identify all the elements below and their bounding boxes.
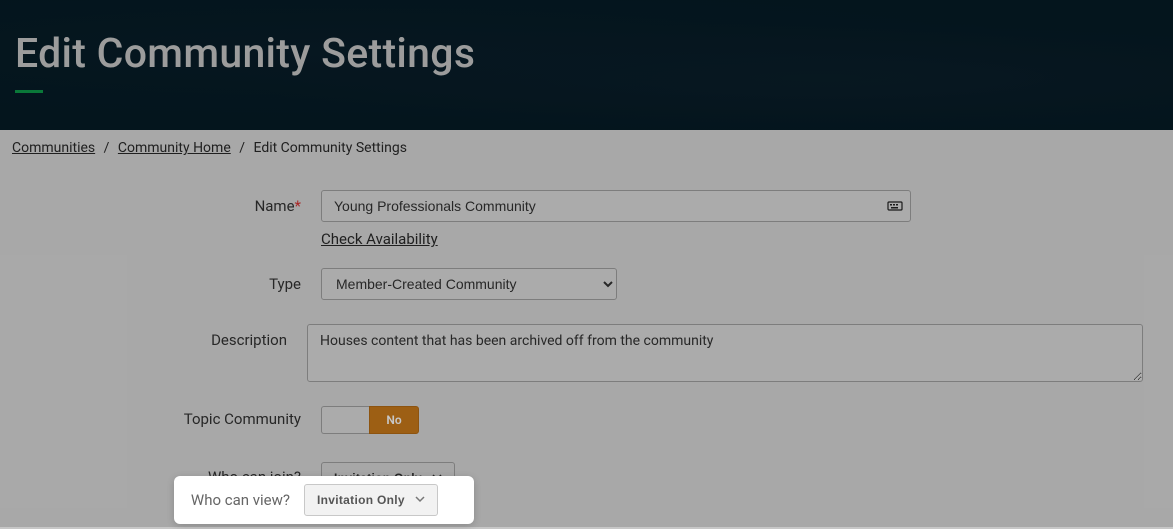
label-topic-community: Topic Community [16, 406, 321, 428]
title-underline [15, 90, 43, 93]
keyboard-icon [887, 198, 903, 214]
label-type: Type [16, 268, 321, 293]
who-can-view-dropdown[interactable]: Invitation Only [304, 484, 438, 516]
who-can-view-value: Invitation Only [317, 493, 405, 507]
breadcrumb-community-home[interactable]: Community Home [118, 140, 231, 156]
label-name: Name* [16, 190, 321, 215]
hero-banner: Edit Community Settings [0, 0, 1173, 130]
label-who-can-view: Who can view? [184, 491, 290, 509]
topic-community-toggle[interactable]: No [321, 406, 1143, 434]
page-title: Edit Community Settings [15, 30, 1158, 78]
name-input[interactable] [321, 190, 911, 222]
label-description: Description [16, 324, 307, 349]
form-content: Name* Check Availability Type Member-Cre… [0, 166, 1173, 527]
required-asterisk: * [295, 197, 301, 215]
toggle-off-side [321, 406, 369, 434]
who-can-view-highlight: Who can view? Invitation Only [174, 476, 474, 524]
breadcrumb-separator: / [239, 140, 245, 156]
check-availability-link[interactable]: Check Availability [321, 230, 438, 248]
breadcrumb-separator: / [104, 140, 110, 156]
row-description: Description Houses content that has been… [16, 324, 1157, 386]
breadcrumb-communities[interactable]: Communities [12, 140, 95, 156]
chevron-down-icon [415, 493, 425, 507]
breadcrumb-current: Edit Community Settings [254, 140, 407, 156]
row-topic-community: Topic Community No [16, 406, 1157, 434]
description-textarea[interactable]: Houses content that has been archived of… [307, 324, 1143, 382]
toggle-no-label: No [369, 406, 419, 434]
type-select[interactable]: Member-Created Community [321, 268, 617, 300]
breadcrumb: Communities / Community Home / Edit Comm… [0, 130, 1173, 166]
row-type: Type Member-Created Community [16, 268, 1157, 300]
row-name: Name* Check Availability [16, 190, 1157, 248]
